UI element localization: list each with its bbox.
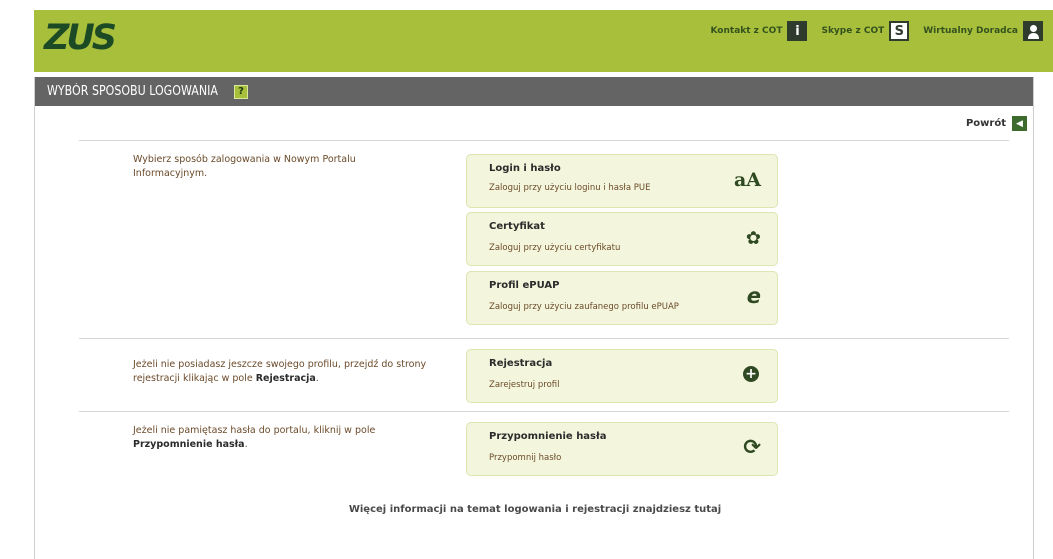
login-intro-text: Wybierz sposób zalogowania w Nowym Porta… [133, 154, 356, 179]
panel-title: WYBÓR SPOSOBU LOGOWANIA [47, 84, 218, 99]
info-icon: i [787, 21, 808, 41]
user-icon [1023, 21, 1043, 41]
back-button[interactable]: Powrót ◀ [966, 116, 1027, 131]
divider [79, 338, 1009, 339]
remind-text-plain: Jeżeli nie pamiętasz hasła do portalu, k… [133, 425, 376, 436]
card-title: Certyfikat [489, 221, 545, 232]
epuap-icon: e [746, 284, 761, 308]
skype-cot-label: Skype z COT [821, 26, 885, 36]
contact-cot-label: Kontakt z COT [710, 26, 783, 36]
divider [79, 411, 1009, 412]
remind-text-bold: Przypomnienie hasła [133, 439, 245, 450]
card-title: Profil ePUAP [489, 280, 560, 291]
card-subtitle: Przypomnij hasło [489, 453, 562, 463]
certificate-card[interactable]: Certyfikat Zaloguj przy użyciu certyfika… [466, 212, 778, 266]
card-title: Login i hasło [489, 163, 561, 174]
refresh-icon: ⟳ [743, 435, 761, 459]
register-text: Jeżeli nie posiadasz jeszcze swojego pro… [133, 358, 433, 386]
register-card[interactable]: Rejestracja Zarejestruj profil + [466, 349, 778, 403]
panel-header: WYBÓR SPOSOBU LOGOWANIA ? [35, 77, 1033, 106]
card-title: Przypomnienie hasła [489, 431, 607, 442]
remind-text-end: . [244, 439, 248, 450]
divider [79, 140, 1009, 141]
card-subtitle: Zaloguj przy użyciu loginu i hasła PUE [489, 183, 651, 193]
back-arrow-icon: ◀ [1012, 116, 1027, 131]
top-bar: ZUS Kontakt z COT i Skype z COT S Wirtua… [34, 10, 1053, 72]
remind-text: Jeżeli nie pamiętasz hasła do portalu, k… [133, 424, 433, 452]
virtual-advisor-label: Wirtualny Doradca [923, 26, 1018, 36]
card-subtitle: Zarejestruj profil [489, 380, 560, 390]
contact-cot-link[interactable]: Kontakt z COT i [710, 21, 808, 41]
card-subtitle: Zaloguj przy użyciu certyfikatu [489, 243, 621, 253]
login-password-card[interactable]: Login i hasło Zaloguj przy użyciu loginu… [466, 154, 778, 208]
top-links: Kontakt z COT i Skype z COT S Wirtualny … [696, 21, 1043, 41]
help-icon[interactable]: ? [234, 84, 249, 99]
skype-icon: S [889, 21, 910, 41]
register-text-end: . [315, 373, 319, 384]
certificate-icon: ✿ [745, 228, 761, 249]
epuap-card[interactable]: Profil ePUAP Zaloguj przy użyciu zaufane… [466, 271, 778, 325]
back-label: Powrót [965, 118, 1006, 129]
virtual-advisor-link[interactable]: Wirtualny Doradca [923, 21, 1043, 41]
zus-logo[interactable]: ZUS [44, 21, 117, 56]
more-info-link[interactable]: Więcej informacji na temat logowania i r… [35, 504, 1035, 515]
plus-icon: + [743, 366, 759, 382]
password-reminder-card[interactable]: Przypomnienie hasła Przypomnij hasło ⟳ [466, 422, 778, 476]
login-method-panel: WYBÓR SPOSOBU LOGOWANIA ? Powrót ◀ Wybie… [34, 77, 1034, 559]
login-password-icon: aA [733, 169, 761, 191]
card-title: Rejestracja [489, 358, 553, 369]
skype-cot-link[interactable]: Skype z COT S [821, 21, 910, 41]
register-text-bold: Rejestracja [255, 373, 316, 384]
card-subtitle: Zaloguj przy użyciu zaufanego profilu eP… [489, 302, 679, 312]
